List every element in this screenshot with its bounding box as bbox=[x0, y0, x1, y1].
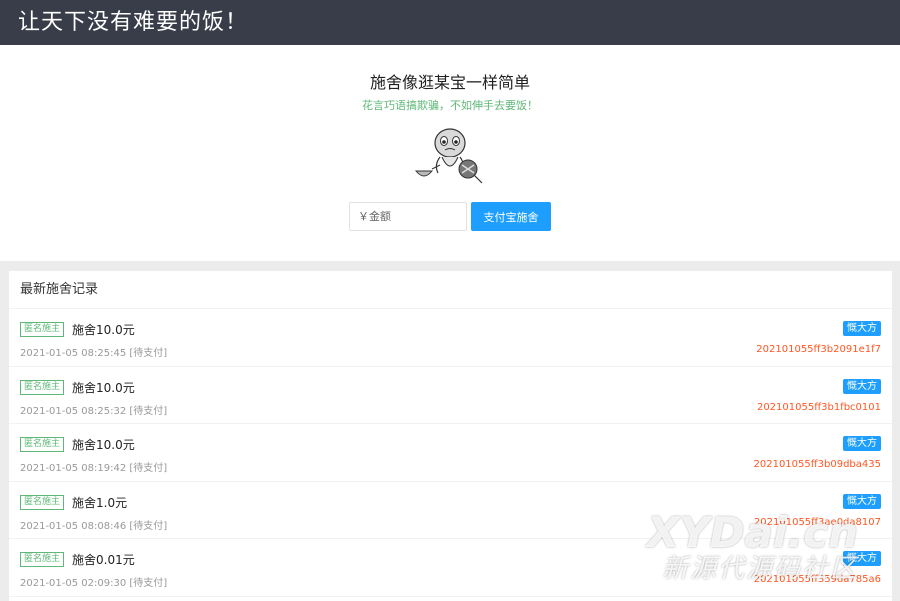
site-title: 让天下没有难要的饭！ bbox=[18, 10, 248, 35]
beggar-mascot-icon bbox=[412, 125, 488, 185]
record-row: 匿名施主 施舍10.0元 2021-01-05 08:25:45 [待支付] 慨… bbox=[9, 309, 892, 367]
site-header: 让天下没有难要的饭！ bbox=[0, 0, 900, 45]
donor-tag: 匿名施主 bbox=[20, 380, 64, 395]
donation-meta: 2021-01-05 08:25:45 [待支付] bbox=[20, 344, 167, 359]
donation-amount: 施舍10.0元 bbox=[72, 321, 135, 338]
hero-subtitle: 花言巧语搞欺骗，不如伸手去要饭！ bbox=[0, 97, 900, 113]
donation-status: [待支付] bbox=[129, 521, 167, 532]
donation-status: [待支付] bbox=[129, 348, 167, 359]
donation-time: 2021-01-05 08:08:46 bbox=[20, 521, 126, 532]
donation-time: 2021-01-05 08:19:42 bbox=[20, 463, 126, 474]
donation-time: 2021-01-05 08:25:32 bbox=[20, 406, 126, 417]
donation-meta: 2021-01-05 08:25:32 [待支付] bbox=[20, 402, 167, 417]
donor-tag: 匿名施主 bbox=[20, 322, 64, 337]
order-number: 202101055ff3b09dba435 bbox=[754, 459, 882, 470]
donation-meta: 2021-01-05 02:09:30 [待支付] bbox=[20, 574, 167, 589]
donation-status: [待支付] bbox=[129, 578, 167, 589]
donor-tag: 匿名施主 bbox=[20, 437, 64, 452]
donation-amount: 施舍10.0元 bbox=[72, 379, 135, 396]
generous-badge: 慨大方 bbox=[843, 551, 881, 566]
donation-status: [待支付] bbox=[129, 406, 167, 417]
donor-tag: 匿名施主 bbox=[20, 552, 64, 567]
donation-meta: 2021-01-05 08:08:46 [待支付] bbox=[20, 517, 167, 532]
records-panel: 最新施舍记录 匿名施主 施舍10.0元 2021-01-05 08:25:45 … bbox=[9, 271, 892, 601]
record-row: 匿名施主 施舍1.0元 2021-01-05 08:08:46 [待支付] 慨大… bbox=[9, 482, 892, 540]
donation-time: 2021-01-05 02:09:30 bbox=[20, 578, 126, 589]
generous-badge: 慨大方 bbox=[843, 379, 881, 394]
order-number: 202101055ff3ae0da8107 bbox=[754, 517, 881, 528]
order-number: 202101055ff3b1fbc0101 bbox=[757, 402, 881, 413]
donor-tag: 匿名施主 bbox=[20, 495, 64, 510]
generous-badge: 慨大方 bbox=[843, 436, 881, 451]
record-row: 匿名施主 施舍10.0元 2021-01-05 08:19:42 [待支付] 慨… bbox=[9, 424, 892, 482]
record-row: 匿名施主 施舍0.01元 2021-01-05 02:09:30 [待支付] 慨… bbox=[9, 539, 892, 597]
order-number: 202101055ff3b2091e1f7 bbox=[756, 344, 881, 355]
record-row: 匿名施主 施舍10.0元 2021-01-05 08:25:32 [待支付] 慨… bbox=[9, 367, 892, 425]
hero-title: 施舍像逛某宝一样简单 bbox=[0, 69, 900, 93]
hero-section: 施舍像逛某宝一样简单 花言巧语搞欺骗，不如伸手去要饭！ 支付宝施舍 bbox=[0, 45, 900, 261]
generous-badge: 慨大方 bbox=[843, 321, 881, 336]
donation-status: [待支付] bbox=[129, 463, 167, 474]
donation-time: 2021-01-05 08:25:45 bbox=[20, 348, 126, 359]
records-title: 最新施舍记录 bbox=[9, 271, 892, 309]
generous-badge: 慨大方 bbox=[843, 494, 881, 509]
donate-form: 支付宝施舍 bbox=[349, 202, 551, 231]
donation-meta: 2021-01-05 08:19:42 [待支付] bbox=[20, 459, 167, 474]
alipay-donate-button[interactable]: 支付宝施舍 bbox=[471, 202, 551, 231]
order-number: 202101055ff359da785a6 bbox=[754, 574, 881, 585]
donation-amount: 施舍1.0元 bbox=[72, 494, 127, 511]
donation-amount: 施舍10.0元 bbox=[72, 436, 135, 453]
donation-amount: 施舍0.01元 bbox=[72, 551, 135, 568]
amount-input[interactable] bbox=[349, 202, 467, 231]
